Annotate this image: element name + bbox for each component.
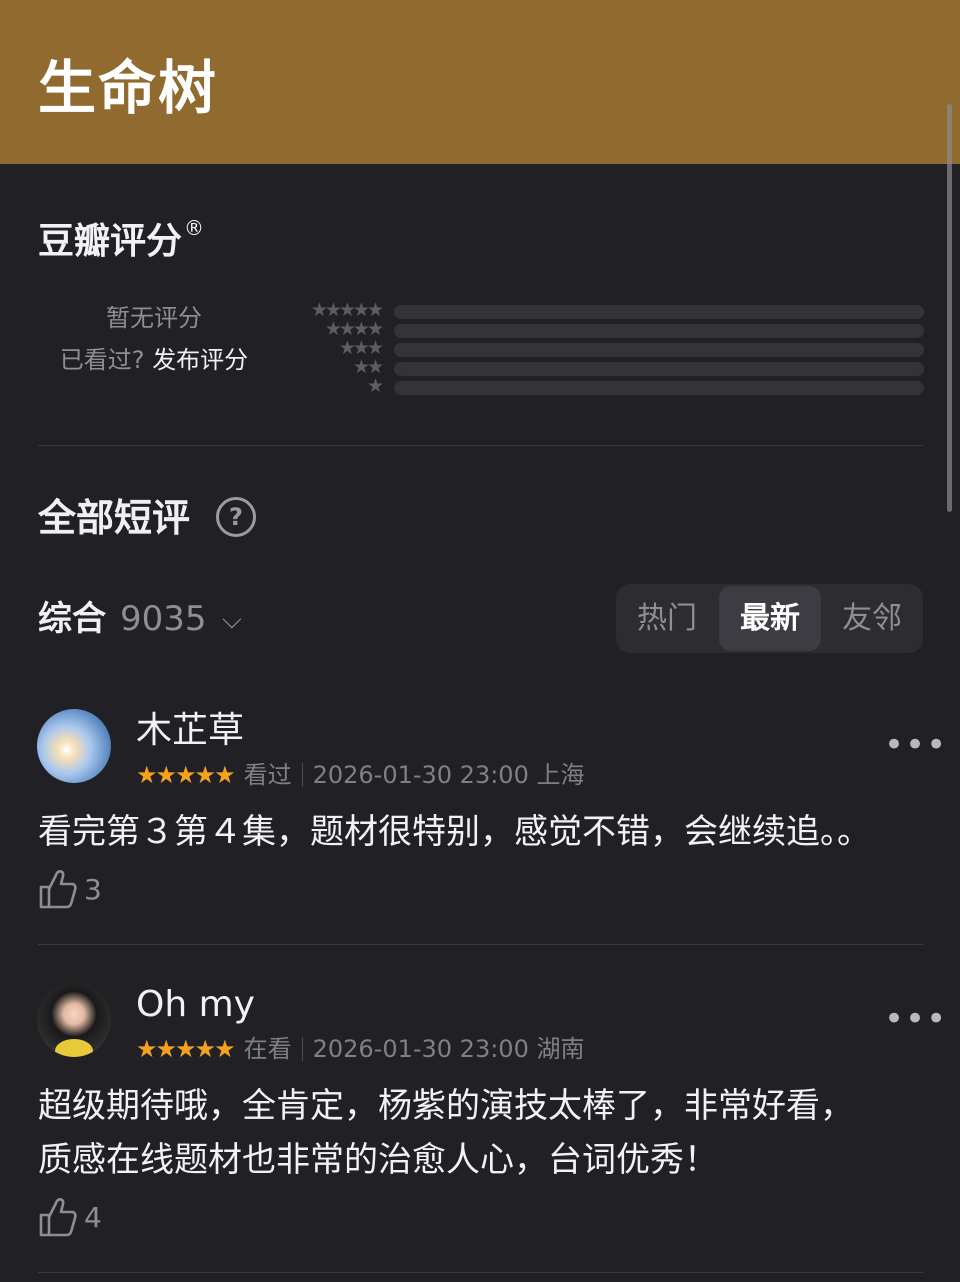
comment-divider: [38, 1272, 924, 1273]
help-icon[interactable]: ?: [216, 497, 256, 537]
comment-meta: ★★★★★ 看过 2026-01-30 23:00 上海: [136, 760, 585, 790]
username[interactable]: 木芷草: [136, 707, 244, 755]
meta-divider: [301, 1037, 303, 1061]
sort-label[interactable]: 综合: [38, 596, 106, 642]
star-icons: ★: [366, 375, 384, 397]
distribution-row-1: ★: [290, 375, 924, 397]
distribution-bar: [394, 381, 924, 395]
avatar[interactable]: [37, 983, 111, 1057]
watch-status: 看过: [243, 761, 292, 789]
distribution-row-3: ★★★: [290, 337, 924, 359]
avatar[interactable]: [37, 709, 111, 783]
no-rating-text: 暂无评分: [106, 304, 202, 332]
more-options-icon[interactable]: •••: [884, 1002, 947, 1036]
avatar-detail: [55, 1039, 93, 1057]
comment-location: 上海: [536, 761, 585, 789]
meta-divider: [301, 763, 303, 787]
tab-friends[interactable]: 友邻: [821, 584, 923, 653]
comment-text-line: 超级期待哦，全肯定，杨紫的演技太棒了，非常好看，: [38, 1086, 854, 1126]
chevron-down-icon[interactable]: ⌵: [222, 600, 242, 640]
title-header: 生命树: [0, 0, 960, 164]
distribution-row-5: ★★★★★: [290, 299, 924, 321]
distribution-bar: [394, 324, 924, 338]
comment-text: 看完第３第４集，题材很特别，感觉不错，会继续追。。: [38, 812, 871, 852]
comment-filter-tabs: 热门 最新 友邻: [616, 584, 923, 653]
distribution-bar: [394, 343, 924, 357]
distribution-bar: [394, 305, 924, 319]
comment-date: 2026-01-30 23:00: [312, 761, 529, 789]
tab-latest[interactable]: 最新: [719, 586, 821, 651]
thumbs-up-icon: [39, 1198, 77, 1237]
like-count: 3: [84, 873, 102, 906]
rating-stars: ★★★★★: [136, 1035, 236, 1063]
like-count: 4: [84, 1201, 102, 1234]
comment-meta: ★★★★★ 在看 2026-01-30 23:00 湖南: [136, 1034, 585, 1064]
comment-divider: [38, 944, 924, 945]
registered-mark: ®: [184, 216, 205, 240]
thumbs-up-icon: [39, 870, 77, 909]
rating-heading: 豆瓣评分 ®: [38, 204, 204, 266]
more-options-icon[interactable]: •••: [884, 728, 947, 762]
distribution-row-4: ★★★★: [290, 318, 924, 340]
seen-prompt: 已看过?: [59, 346, 145, 374]
comment-location: 湖南: [536, 1035, 585, 1063]
distribution-row-2: ★★: [290, 356, 924, 378]
comment-text-line: 质感在线题材也非常的治愈人心，台词优秀！: [38, 1140, 718, 1180]
rating-stars: ★★★★★: [136, 761, 236, 789]
comment-date: 2026-01-30 23:00: [312, 1035, 529, 1063]
distribution-bar: [394, 362, 924, 376]
seen-prompt-line: 已看过? 发布评分: [38, 340, 270, 380]
rating-distribution: ★★★★★ ★★★★ ★★★ ★★ ★: [290, 299, 924, 400]
section-divider: [38, 445, 924, 446]
page-title: 生命树: [38, 54, 219, 122]
publish-rating-link[interactable]: 发布评分: [152, 346, 248, 374]
rating-heading-text: 豆瓣评分: [38, 221, 183, 262]
watch-status: 在看: [243, 1035, 292, 1063]
comment-count[interactable]: 9035: [120, 596, 207, 642]
scrollbar[interactable]: [947, 104, 952, 512]
tab-hot[interactable]: 热门: [616, 584, 718, 653]
comments-heading: 全部短评: [38, 496, 191, 540]
username[interactable]: Oh my: [136, 981, 255, 1029]
